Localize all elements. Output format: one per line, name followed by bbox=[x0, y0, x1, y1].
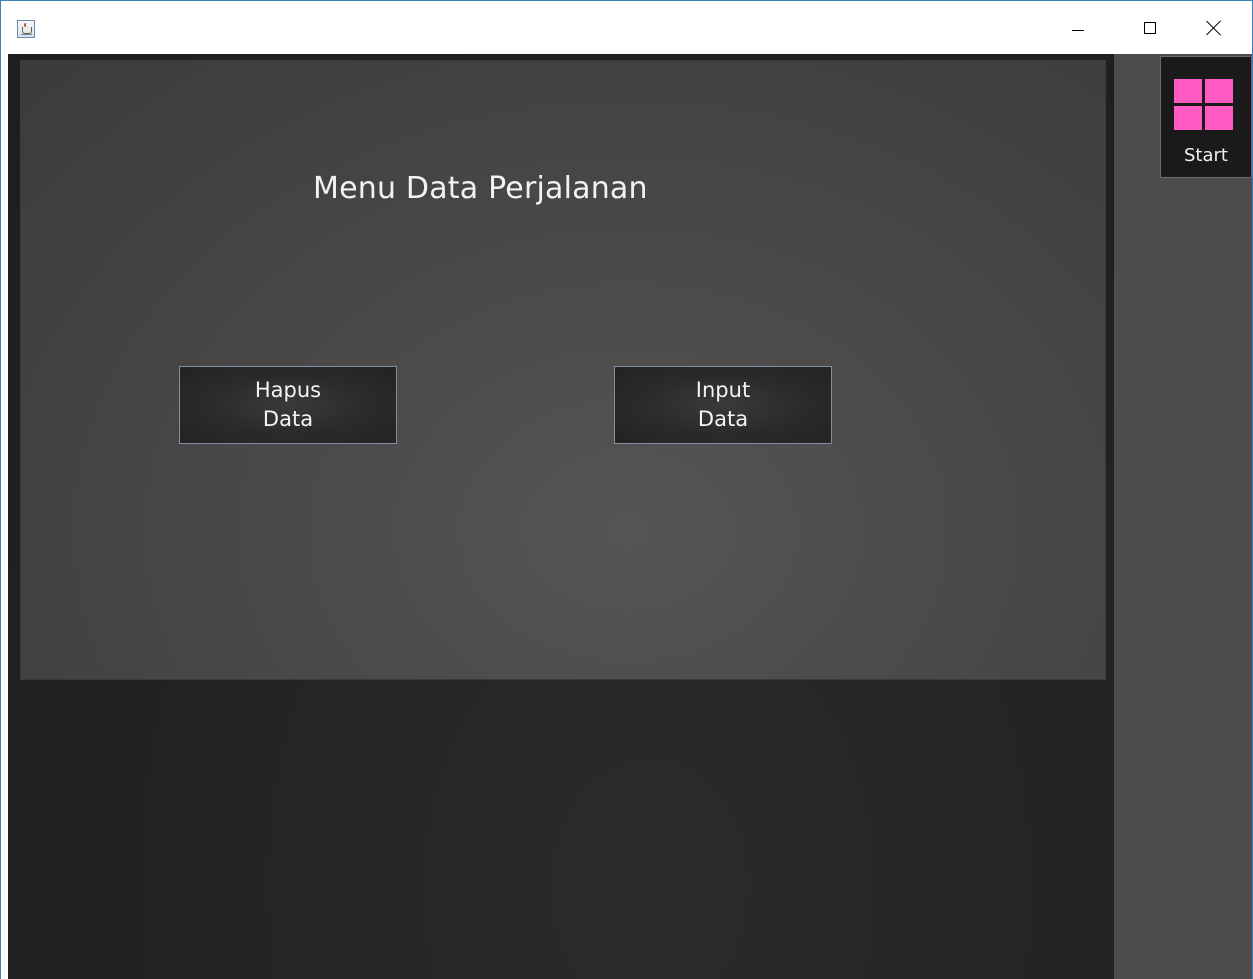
application-window: Menu Data Perjalanan Hapus Data Input Da… bbox=[0, 0, 1253, 979]
maximize-button[interactable] bbox=[1127, 1, 1173, 54]
windows-logo-icon bbox=[1174, 79, 1234, 131]
minimize-button[interactable] bbox=[1055, 1, 1101, 54]
minimize-icon bbox=[1072, 30, 1084, 31]
java-app-icon[interactable] bbox=[17, 20, 35, 38]
windows-logo-quadrant-1 bbox=[1174, 79, 1202, 103]
java-base-icon-part bbox=[21, 34, 32, 35]
side-strip bbox=[1114, 54, 1252, 979]
close-icon bbox=[1206, 20, 1222, 36]
close-button[interactable] bbox=[1191, 1, 1237, 54]
java-cup-icon-part bbox=[22, 27, 32, 34]
menu-panel: Menu Data Perjalanan Hapus Data Input Da… bbox=[20, 60, 1106, 680]
start-button[interactable]: Start bbox=[1160, 56, 1252, 178]
hapus-data-button-label-line-2: Data bbox=[262, 407, 314, 431]
client-area: Menu Data Perjalanan Hapus Data Input Da… bbox=[8, 54, 1252, 979]
windows-logo-quadrant-2 bbox=[1205, 79, 1233, 103]
input-data-button[interactable]: Input Data bbox=[614, 366, 832, 444]
input-data-button-label-line-2: Data bbox=[697, 407, 749, 431]
maximize-icon bbox=[1144, 21, 1156, 34]
windows-logo-quadrant-3 bbox=[1174, 106, 1202, 130]
start-button-label: Start bbox=[1184, 145, 1228, 166]
input-data-button-label-line-1: Input bbox=[695, 378, 751, 402]
page-title: Menu Data Perjalanan bbox=[313, 171, 648, 206]
hapus-data-button-label-line-1: Hapus bbox=[254, 378, 322, 402]
main-panel: Menu Data Perjalanan Hapus Data Input Da… bbox=[8, 54, 1114, 979]
hapus-data-button[interactable]: Hapus Data bbox=[179, 366, 397, 444]
windows-logo-quadrant-4 bbox=[1205, 106, 1233, 130]
title-bar[interactable] bbox=[1, 1, 1252, 54]
